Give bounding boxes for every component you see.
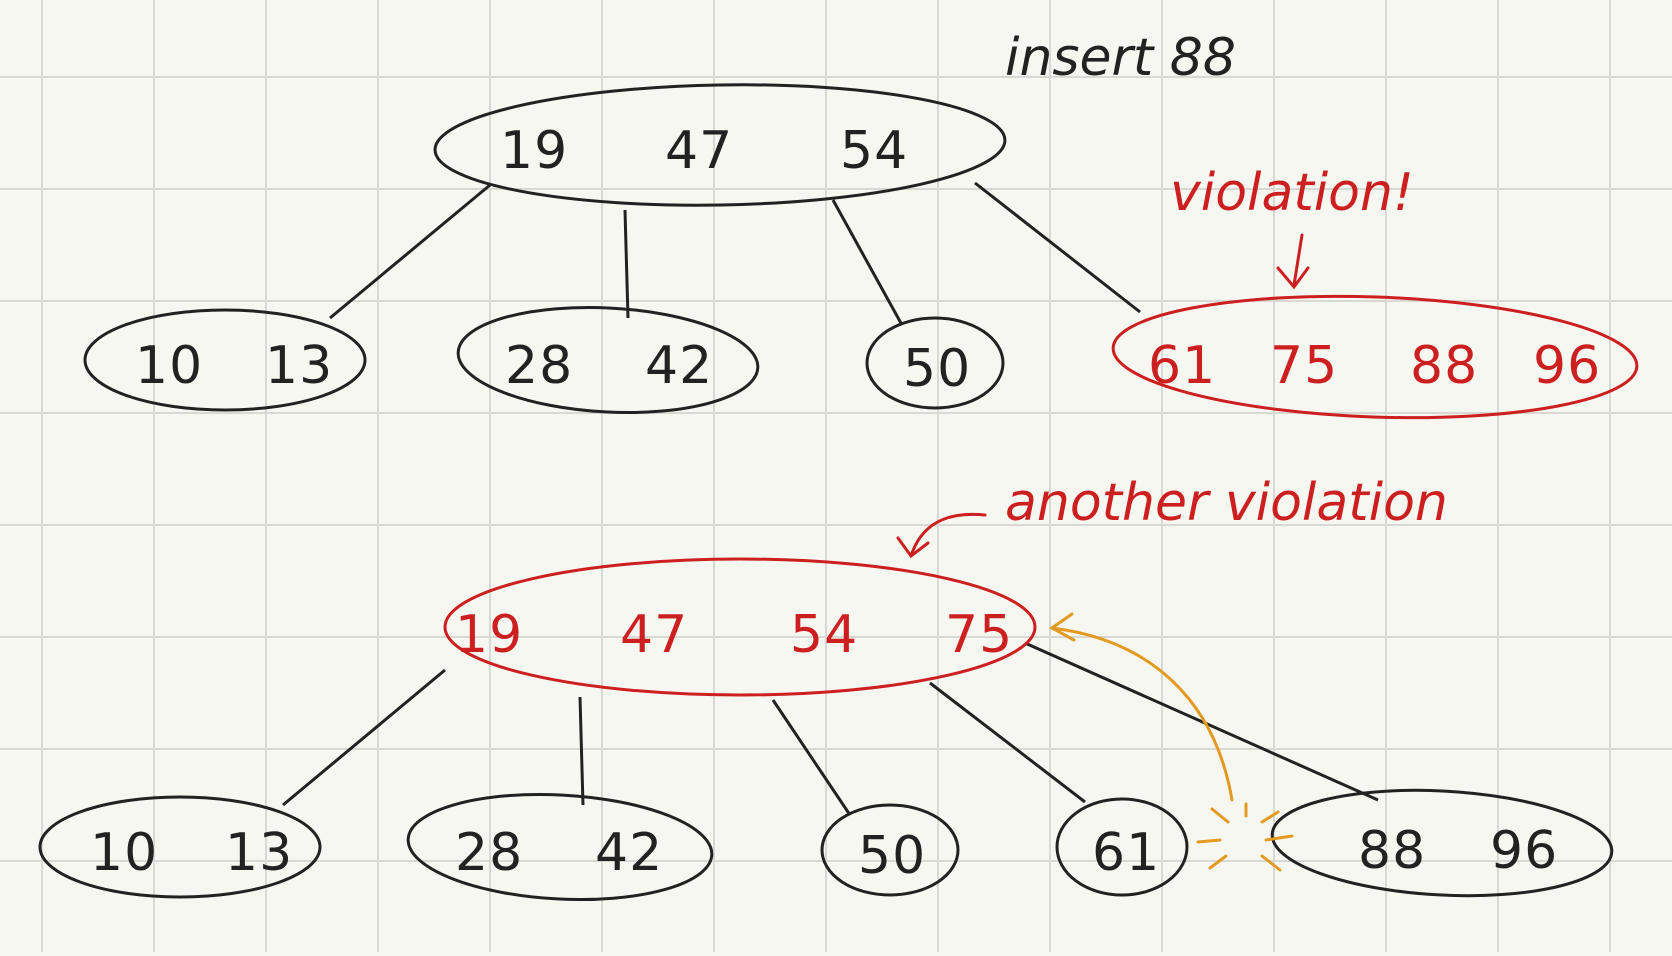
tree-before-child-4-key-1: 61 [1148,336,1216,396]
diagram-svg: insert 88 19 47 54 10 13 28 42 50 61 75 … [0,0,1672,952]
tree-before-child-4-key-3: 88 [1410,336,1478,396]
tree-before-child-1-key-2: 13 [265,336,333,396]
tree-before-child-2-key-2: 42 [645,336,713,396]
tree-before-child-2-key-1: 28 [505,336,573,396]
tree-after-root-key-4: 75 [945,605,1013,665]
whiteboard-canvas: insert 88 19 47 54 10 13 28 42 50 61 75 … [0,0,1672,952]
tree-after-child-2-key-1: 28 [455,823,523,883]
tree-after-child-5-key-1: 88 [1358,821,1426,881]
tree-before-root-key-1: 19 [500,121,568,181]
tree-before-child-4-key-4: 96 [1533,336,1601,396]
tree-before-child-1-key-1: 10 [135,336,203,396]
tree-after-child-3-key-1: 50 [858,826,926,886]
tree-before-root-key-3: 54 [840,121,908,181]
tree-after-child-1-key-1: 10 [90,823,158,883]
tree-after-root-key-2: 47 [620,605,688,665]
tree-before-root-key-2: 47 [665,121,733,181]
tree-after-child-2-key-2: 42 [595,823,663,883]
tree-after-root-key-3: 54 [790,605,858,665]
tree-after-root-key-1: 19 [455,605,523,665]
tree-after-child-1-key-2: 13 [225,823,293,883]
tree-before-child-4-key-2: 75 [1270,336,1338,396]
tree-after-child-5-key-2: 96 [1490,821,1558,881]
another-violation-label: another violation [1005,473,1448,533]
tree-before-child-3-key-1: 50 [903,339,971,399]
diagram-title: insert 88 [1005,28,1236,88]
tree-after-child-4-key-1: 61 [1092,823,1160,883]
violation-label: violation! [1170,163,1414,223]
